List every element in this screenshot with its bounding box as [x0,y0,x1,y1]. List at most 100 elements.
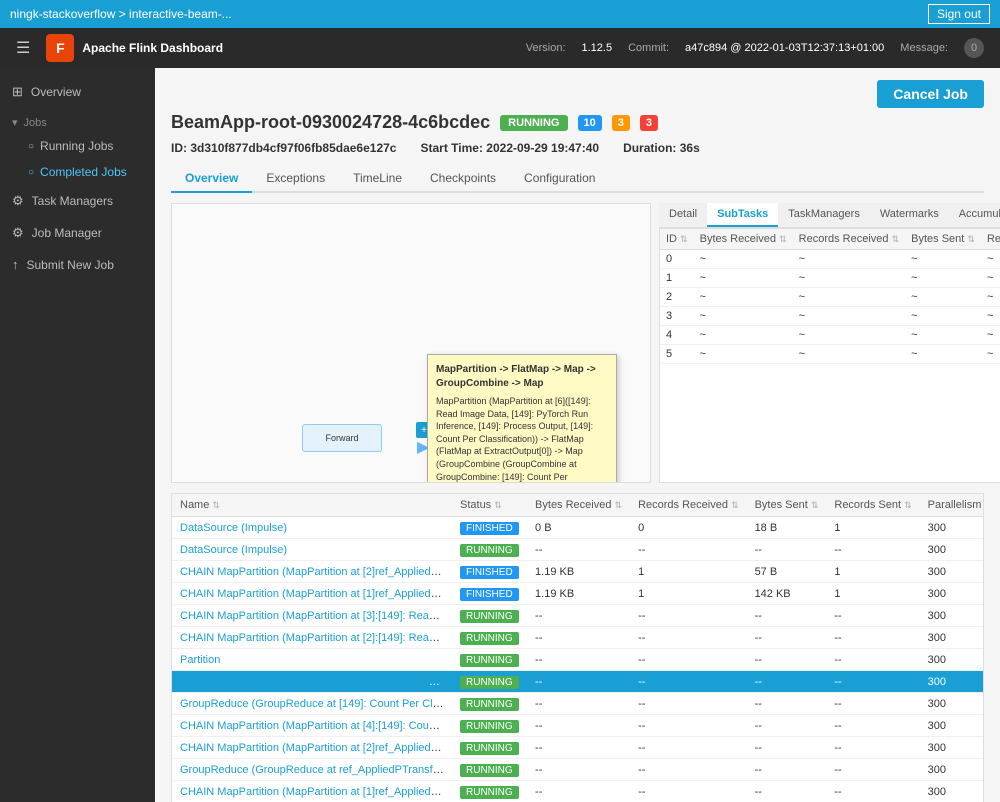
layout: ⊞ Overview ▾ Jobs ○ Running Jobs ○ Compl… [0,68,1000,802]
cancel-job-button[interactable]: Cancel Job [877,80,984,108]
tab-overview[interactable]: Overview [171,165,252,193]
th-id[interactable]: ID ⇅ [660,229,694,250]
sidebar-item-job-manager[interactable]: ⚙ Job Manager [0,217,155,249]
th-records-sent[interactable]: Records Sent ⇅ [981,229,1000,250]
job-name-link[interactable]: DataSource (Impulse) [180,522,287,534]
jobs-table-wrap: Name ⇅ Status ⇅ Bytes Received ⇅ Records… [171,493,984,802]
node-forward[interactable]: Forward [302,424,382,452]
top-bar: ningk-stackoverflow > interactive-beam-.… [0,0,1000,28]
td-parallelism: 300 [920,649,984,671]
message-label: Message: [900,42,948,54]
subtask-records-sent: ~ [981,326,1000,345]
td-status: RUNNING [452,605,527,627]
th-records-recv[interactable]: Records Received ⇅ [793,229,905,250]
menu-icon[interactable]: ☰ [16,38,30,58]
detail-tab-watermarks[interactable]: Watermarks [870,203,949,227]
subtask-row[interactable]: 3 ~ ~ ~ ~ 1 RUNNING ... [660,307,1000,326]
sidebar-item-task-managers[interactable]: ⚙ Task Managers [0,185,155,217]
job-name-link[interactable]: CHAIN MapPartition (MapPartition at [2]:… [180,632,452,644]
td-name: CHAIN MapPartition (MapPartition at [2]r… [172,737,452,759]
sidebar-item-completed-jobs[interactable]: ○ Completed Jobs [0,159,155,185]
jobs-table-row[interactable]: GroupReduce (GroupReduce at [149]: Count… [172,693,984,715]
tab-timeline[interactable]: TimeLine [339,165,416,193]
subtasks-table-wrap: ID ⇅ Bytes Received ⇅ Records Received ⇅… [659,228,1000,483]
col-parallelism[interactable]: Parallelism ⇅ [920,494,984,517]
job-name-link[interactable]: CHAIN MapPartition (MapPartition at [2]r… [180,566,452,578]
job-id: ID: 3d310f877db4cf97f06fb85dae6e127c [171,141,396,155]
td-status: RUNNING [452,759,527,781]
job-name-link[interactable]: CHAIN MapPartition (MapPartition at [3]:… [180,610,452,622]
jobs-table-row[interactable]: DataSource (Impulse) FINISHED 0 B 0 18 B… [172,517,984,539]
td-records-recv: -- [630,539,746,561]
subtask-row[interactable]: 0 ~ ~ ~ ~ 1 RUNNING ... [660,250,1000,269]
detail-tab-detail[interactable]: Detail [659,203,707,227]
jobs-collapse-icon[interactable]: ▾ [12,116,18,129]
job-meta: ID: 3d310f877db4cf97f06fb85dae6e127c Sta… [171,141,984,155]
jobs-table-row[interactable]: Partition RUNNING -- -- -- -- 300 2022-0… [172,649,984,671]
jobs-table-row[interactable]: CHAIN MapPartition (MapPartition at [2]r… [172,737,984,759]
jobs-table-row[interactable]: CHAIN MapPartition (MapPartition at [6]:… [172,671,984,693]
start-val: 2022-09-29 19:47:40 [486,141,599,155]
sidebar-task-managers-label: Task Managers [32,194,113,208]
jobs-table-row[interactable]: CHAIN MapPartition (MapPartition at [1]r… [172,781,984,802]
sidebar-item-running-jobs[interactable]: ○ Running Jobs [0,133,155,159]
tab-configuration[interactable]: Configuration [510,165,609,193]
subtask-row[interactable]: 5 ~ ~ ~ ~ 1 RUNNING ... [660,345,1000,364]
job-name-link[interactable]: GroupReduce (GroupReduce at ref_AppliedP… [180,764,452,776]
jobs-table-row[interactable]: CHAIN MapPartition (MapPartition at [4]:… [172,715,984,737]
td-parallelism: 300 [920,715,984,737]
app-logo: F [46,34,74,62]
detail-tab-accumulators[interactable]: Accumulators [949,203,1000,227]
sidebar-item-overview[interactable]: ⊞ Overview [0,76,155,108]
td-records-sent: -- [826,671,919,693]
detail-tab-taskmanagers[interactable]: TaskManagers [778,203,870,227]
jobs-table-row[interactable]: CHAIN MapPartition (MapPartition at [1]r… [172,583,984,605]
col-bytes-sent[interactable]: Bytes Sent ⇅ [747,494,827,517]
th-bytes-sent[interactable]: Bytes Sent ⇅ [905,229,981,250]
td-records-sent: -- [826,627,919,649]
subtask-records-recv: ~ [793,326,905,345]
detail-tab-subtasks[interactable]: SubTasks [707,203,778,227]
subtask-records-sent: ~ [981,269,1000,288]
job-name-link[interactable]: GroupReduce (GroupReduce at [149]: Count… [180,698,452,710]
sidebar-item-submit-new-job[interactable]: ↑ Submit New Job [0,249,155,280]
subtask-row[interactable]: 2 ~ ~ ~ ~ 1 RUNNING ... [660,288,1000,307]
header-bar: ☰ F Apache Flink Dashboard Version: 1.12… [0,28,1000,68]
jobs-table-row[interactable]: GroupReduce (GroupReduce at ref_AppliedP… [172,759,984,781]
jobs-table-row[interactable]: CHAIN MapPartition (MapPartition at [2]r… [172,561,984,583]
tab-exceptions[interactable]: Exceptions [252,165,339,193]
td-name: CHAIN MapPartition (MapPartition at [2]r… [172,561,452,583]
col-name[interactable]: Name ⇅ [172,494,452,517]
job-name-link[interactable]: Partition [180,654,220,666]
jobs-table-row[interactable]: CHAIN MapPartition (MapPartition at [3]:… [172,605,984,627]
th-bytes-recv[interactable]: Bytes Received ⇅ [694,229,793,250]
subtask-records-sent: ~ [981,345,1000,364]
tab-checkpoints[interactable]: Checkpoints [416,165,510,193]
td-records-sent: -- [826,781,919,802]
col-bytes-recv[interactable]: Bytes Received ⇅ [527,494,630,517]
job-name-link[interactable]: CHAIN MapPartition (MapPartition at [6]:… [180,676,452,688]
sign-out-button[interactable]: Sign out [928,4,990,24]
td-records-recv: -- [630,671,746,693]
td-name: DataSource (Impulse) [172,539,452,561]
job-header: BeamApp-root-0930024728-4c6bcdec RUNNING… [171,112,984,133]
job-name-link[interactable]: CHAIN MapPartition (MapPartition at [1]r… [180,588,452,600]
subtask-bytes-recv: ~ [694,288,793,307]
col-records-recv[interactable]: Records Received ⇅ [630,494,746,517]
app-title: Apache Flink Dashboard [82,41,223,55]
jobs-table-row[interactable]: DataSource (Impulse) RUNNING -- -- -- --… [172,539,984,561]
col-records-sent[interactable]: Records Sent ⇅ [826,494,919,517]
subtask-row[interactable]: 4 ~ ~ ~ ~ 1 RUNNING ... [660,326,1000,345]
td-bytes-sent: -- [747,649,827,671]
subtask-row[interactable]: 1 ~ ~ ~ ~ 1 RUNNING ... [660,269,1000,288]
td-bytes-recv: -- [527,693,630,715]
col-status[interactable]: Status ⇅ [452,494,527,517]
jobs-table-row[interactable]: CHAIN MapPartition (MapPartition at [2]:… [172,627,984,649]
job-name-link[interactable]: CHAIN MapPartition (MapPartition at [4]:… [180,720,452,732]
td-name: Partition [172,649,452,671]
job-name-link[interactable]: CHAIN MapPartition (MapPartition at [1]r… [180,786,452,798]
td-bytes-recv: -- [527,627,630,649]
job-name-link[interactable]: CHAIN MapPartition (MapPartition at [2]r… [180,742,452,754]
job-name-link[interactable]: DataSource (Impulse) [180,544,287,556]
td-status: RUNNING [452,781,527,802]
